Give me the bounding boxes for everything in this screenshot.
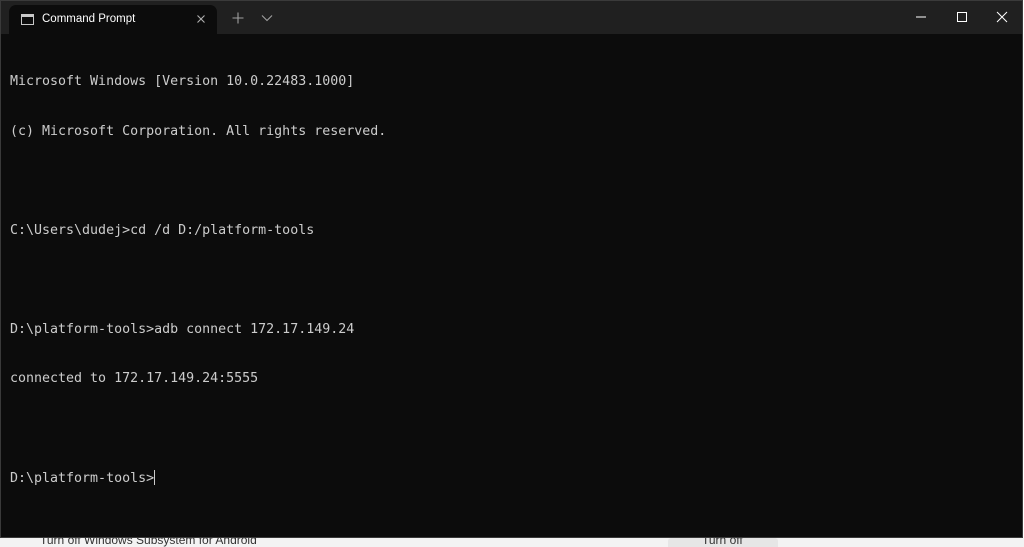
command-prompt-window: Command Prompt Microsoft Windows [Versio… [0,0,1023,538]
prompt-text: D:\platform-tools> [10,471,155,486]
maximize-button[interactable] [942,1,982,34]
console-output[interactable]: Microsoft Windows [Version 10.0.22483.10… [10,41,1014,529]
turn-off-button[interactable]: Turn off [668,538,778,547]
tab-command-prompt[interactable]: Command Prompt [9,5,217,34]
title-bar[interactable]: Command Prompt [1,1,1022,34]
turn-off-button-label: Turn off [702,538,743,547]
close-button[interactable] [982,1,1022,34]
console-line: (c) Microsoft Corporation. All rights re… [10,123,387,139]
minimize-icon [916,16,926,18]
prompt-line[interactable]: D:\platform-tools> [10,470,1014,487]
text-cursor [154,470,156,485]
console-icon [21,14,34,25]
tab-title: Command Prompt [42,13,136,25]
chevron-down-icon[interactable] [259,10,275,26]
console-line: D:\platform-tools>adb connect 172.17.149… [10,321,355,337]
console-line: Microsoft Windows [Version 10.0.22483.10… [10,74,355,89]
plus-icon[interactable] [230,10,246,26]
console-line: connected to 172.17.149.24:5555 [10,371,259,386]
console-line: C:\Users\dudej>cd /d D:/platform-tools [10,222,315,238]
tab-close-icon[interactable] [193,11,209,27]
maximize-icon [957,12,967,22]
background-window-text: Turn off Windows Subsystem for Android [40,538,257,547]
close-icon [996,11,1008,23]
minimize-button[interactable] [901,1,941,34]
scrollbar[interactable] [1018,41,1021,529]
background-window-strip: Turn off Windows Subsystem for Android T… [0,538,1024,547]
